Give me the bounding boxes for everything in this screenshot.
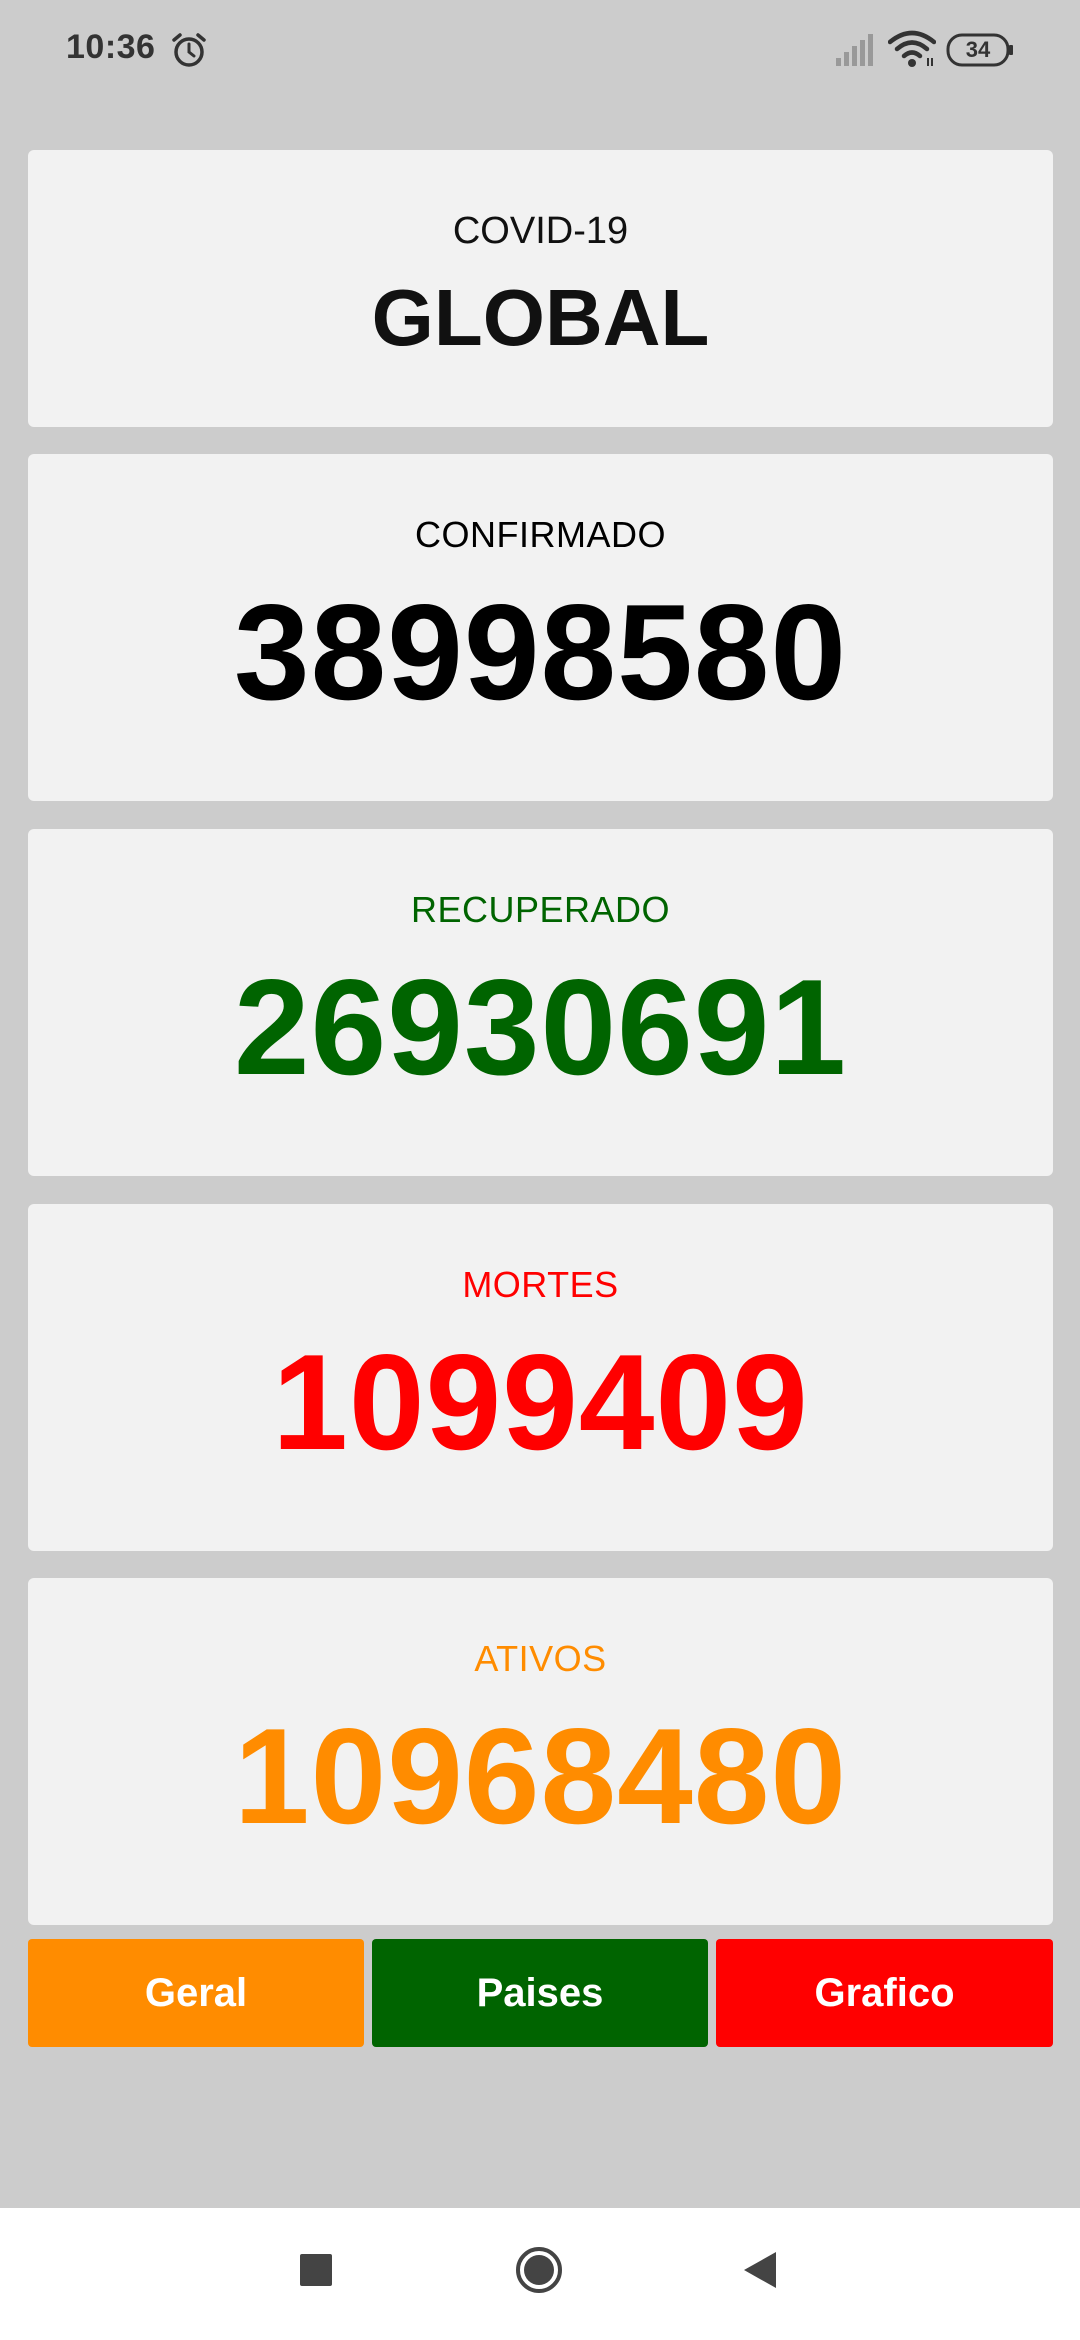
status-bar: 10:36 34 [0,0,1080,100]
active-value: 10968480 [233,1700,848,1852]
back-icon[interactable] [742,2250,778,2290]
deaths-label: MORTES [462,1264,619,1305]
confirmed-value: 38998580 [233,576,848,728]
navigation-bar [0,2208,1080,2340]
deaths-card: MORTES 1099409 [28,1204,1053,1551]
recents-icon[interactable] [300,2254,332,2286]
header-subtitle: COVID-19 [452,210,629,252]
confirmed-label: CONFIRMADO [415,514,666,555]
recovered-label: RECUPERADO [410,889,671,930]
active-card: ATIVOS 10968480 [28,1578,1053,1925]
header-card: COVID-19 GLOBAL [28,150,1053,427]
status-time: 10:36 [66,28,156,66]
paises-button[interactable]: Paises [372,1939,708,2047]
grafico-button[interactable]: Grafico [716,1939,1053,2047]
active-label: ATIVOS [474,1638,607,1679]
recovered-value: 26930691 [233,951,848,1103]
confirmed-card: CONFIRMADO 38998580 [28,454,1053,801]
deaths-value: 1099409 [272,1326,809,1478]
home-icon[interactable] [515,2246,563,2294]
battery-level: 34 [965,37,991,62]
recovered-card: RECUPERADO 26930691 [28,829,1053,1176]
wifi-icon [888,30,936,67]
geral-button[interactable]: Geral [28,1939,364,2047]
signal-icon [836,34,873,66]
page-title: GLOBAL [371,273,710,362]
alarm-icon [172,33,206,67]
